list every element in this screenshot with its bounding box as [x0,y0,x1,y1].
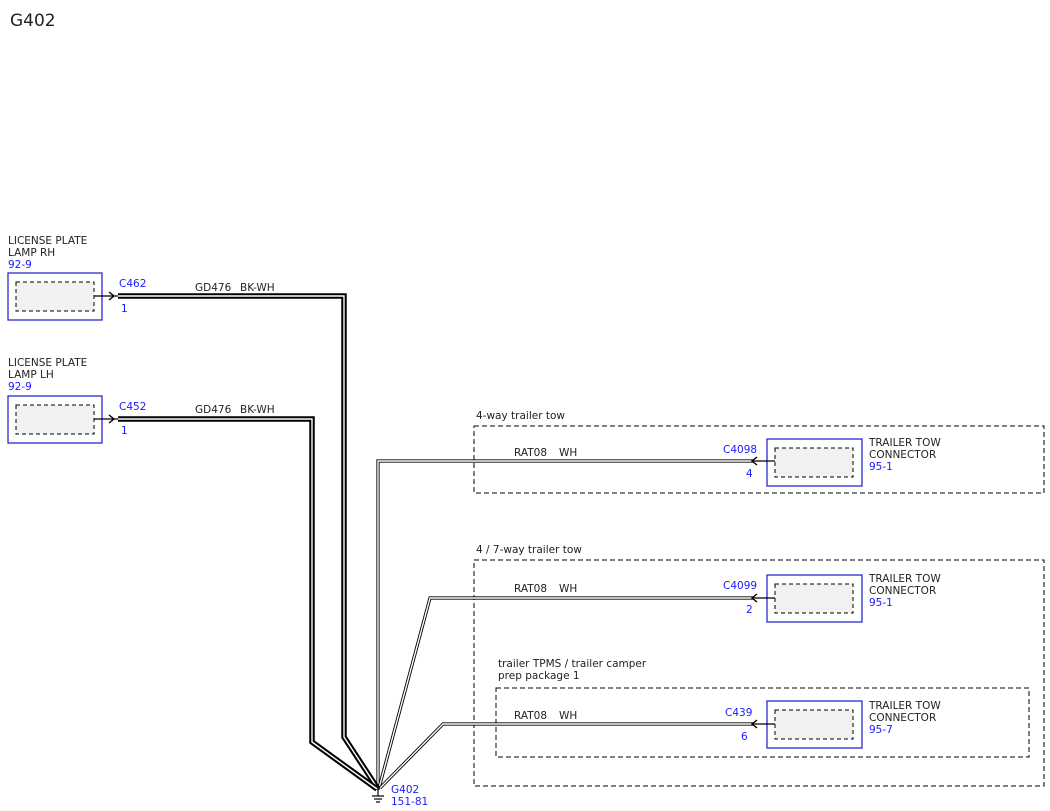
component-ref: 95-7 [869,724,893,736]
pin-number: 1 [121,425,128,437]
pin-number: 1 [121,303,128,315]
connector-id: C4098 [723,444,757,456]
ground-id: G402 [391,784,419,796]
component-trailer-tow-connector-7way[interactable] [751,574,863,623]
component-ref: 95-1 [869,461,893,473]
option-label-tpms-line2: prep package 1 [498,670,580,682]
wire-rat08-c439[interactable] [378,722,753,790]
wire-label-circuit: RAT08 [514,710,547,722]
page-title: G402 [10,11,56,31]
option-label-4-way: 4-way trailer tow [476,410,565,422]
connector-id: C452 [119,401,146,413]
component-ref: 95-1 [869,597,893,609]
component-name-line1: LICENSE PLATE [8,235,87,247]
component-name-line2: LAMP RH [8,247,55,259]
wire-label-color: BK-WH [240,404,275,416]
wire-rat08-c4098[interactable] [376,459,753,790]
wire-label-color: WH [559,447,577,459]
wire-gd476-c452[interactable] [118,416,379,792]
wire-label-color: BK-WH [240,282,275,294]
pin-number: 4 [746,468,753,480]
connector-id: C439 [725,707,752,719]
wire-label-circuit: GD476 [195,404,232,416]
component-license-plate-lamp-lh[interactable] [7,395,118,444]
option-label-7-way: 4 / 7-way trailer tow [476,544,582,556]
component-ref: 92-9 [8,381,32,393]
component-name-line2: CONNECTOR [869,449,936,461]
wire-rat08-c4099[interactable] [377,596,753,789]
component-name-line1: TRAILER TOW [868,573,941,585]
wire-label-circuit: RAT08 [514,583,547,595]
wire-label-circuit: RAT08 [514,447,547,459]
wiring-diagram: G402 4-way trailer tow 4 / 7-way trailer… [7,11,1045,808]
pin-number: 6 [741,731,748,743]
ground-ref: 151-81 [391,796,428,808]
wire-gd476-c462[interactable] [118,293,381,791]
wire-label-color: WH [559,583,577,595]
component-trailer-tow-connector-tpms[interactable] [751,700,863,749]
component-name-line2: CONNECTOR [869,712,936,724]
component-name-line1: LICENSE PLATE [8,357,87,369]
component-name-line2: LAMP LH [8,369,54,381]
option-label-tpms-line1: trailer TPMS / trailer camper [498,658,647,670]
connector-id: C4099 [723,580,757,592]
component-name-line1: TRAILER TOW [868,700,941,712]
component-license-plate-lamp-rh[interactable] [7,272,118,321]
component-ref: 92-9 [8,259,32,271]
wire-label-circuit: GD476 [195,282,232,294]
component-name-line2: CONNECTOR [869,585,936,597]
component-name-line1: TRAILER TOW [868,437,941,449]
connector-id: C462 [119,278,146,290]
component-trailer-tow-connector-4way[interactable] [751,438,863,487]
pin-number: 2 [746,604,753,616]
wire-label-color: WH [559,710,577,722]
